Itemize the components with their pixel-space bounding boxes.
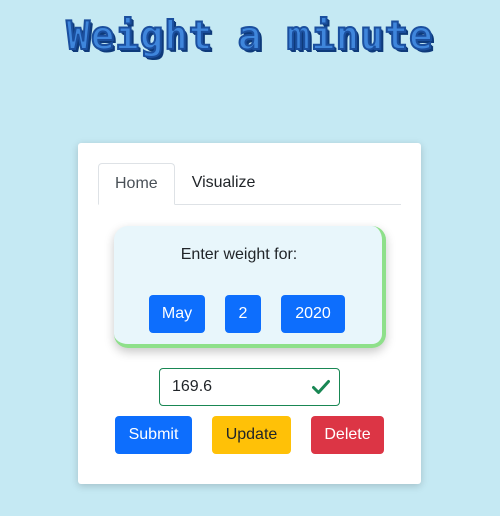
update-button[interactable]: Update (212, 416, 291, 454)
day-button[interactable]: 2 (225, 295, 261, 333)
delete-button[interactable]: Delete (311, 416, 384, 454)
submit-button[interactable]: Submit (115, 416, 192, 454)
weight-entry-card: Home Visualize Enter weight for: May 2 2… (78, 143, 421, 484)
app-title: Weight a minute (65, 13, 434, 60)
tab-bar: Home Visualize (98, 163, 401, 205)
check-icon (312, 380, 330, 394)
tab-visualize[interactable]: Visualize (175, 163, 273, 203)
weight-input[interactable] (160, 369, 310, 405)
weight-field (159, 368, 340, 406)
date-panel: Enter weight for: May 2 2020 (114, 226, 386, 348)
year-button[interactable]: 2020 (281, 295, 345, 333)
date-prompt: Enter weight for: (180, 246, 298, 263)
tab-home[interactable]: Home (98, 163, 175, 205)
month-button[interactable]: May (149, 295, 205, 333)
